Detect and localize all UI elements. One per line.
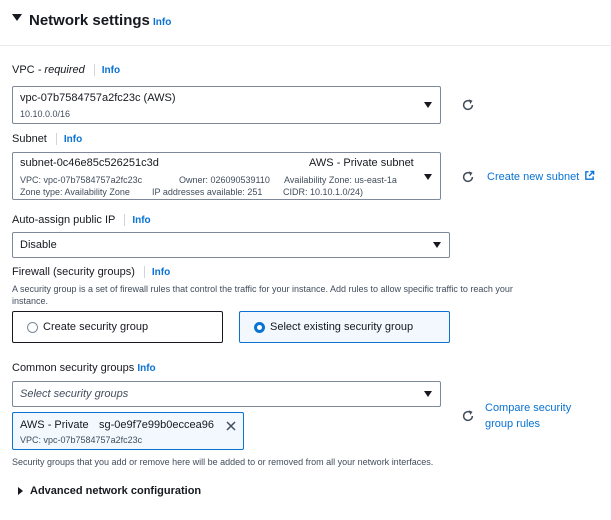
separator	[124, 214, 126, 227]
separator	[93, 64, 95, 77]
radio-create-security-group[interactable]: Create security group	[12, 311, 223, 343]
radio-select-existing-security-group[interactable]: Select existing security group	[239, 311, 450, 343]
public-ip-info-link[interactable]: Info	[132, 215, 150, 226]
refresh-icon[interactable]	[461, 170, 475, 184]
public-ip-label-text: Auto-assign public IP	[12, 214, 116, 226]
subnet-az: Availability Zone: us-east-1a	[284, 175, 397, 185]
section-title[interactable]: Network settings	[29, 12, 150, 29]
radio-select-existing-label: Select existing security group	[270, 321, 414, 333]
refresh-icon[interactable]	[461, 409, 475, 423]
subnet-owner: Owner: 026090539110	[179, 175, 270, 185]
close-icon[interactable]	[225, 420, 237, 432]
subnet-select[interactable]: subnet-0c46e85c526251c3d AWS - Private s…	[12, 152, 441, 200]
create-subnet-link[interactable]: Create new subnet	[487, 169, 595, 185]
chevron-down-icon	[424, 391, 432, 397]
firewall-description: A security group is a set of firewall ru…	[12, 283, 602, 307]
caret-right-icon[interactable]	[18, 487, 23, 495]
caret-down-icon[interactable]	[12, 14, 22, 21]
chevron-down-icon	[424, 174, 432, 180]
firewall-description-line1: A security group is a set of firewall ru…	[12, 284, 513, 294]
token-group-name: AWS - Private	[20, 419, 89, 431]
separator	[143, 266, 145, 279]
subnet-name: AWS - Private subnet	[309, 157, 414, 169]
public-ip-select[interactable]: Disable	[12, 232, 450, 258]
chevron-down-icon	[424, 102, 432, 108]
section-header: Network settings Info	[0, 0, 611, 46]
token-group-vpc: VPC: vpc-07b7584757a2fc23c	[20, 435, 143, 445]
common-groups-label-text: Common security groups	[12, 362, 135, 374]
compare-link-line1: Compare security	[485, 402, 572, 414]
chevron-down-icon	[433, 242, 441, 248]
token-group-id: sg-0e9f7e99b0eccea96	[99, 419, 214, 431]
radio-button-selected[interactable]	[254, 322, 265, 333]
public-ip-value: Disable	[20, 239, 57, 251]
vpc-required-text: - required	[37, 64, 85, 76]
vpc-label: VPC - required Info	[12, 64, 120, 77]
security-group-token: AWS - Private sg-0e9f7e99b0eccea96 VPC: …	[12, 412, 244, 450]
external-link-icon	[585, 170, 595, 180]
subnet-cidr: CIDR: 10.10.1.0/24)	[283, 187, 364, 197]
advanced-network-configuration-toggle[interactable]: Advanced network configuration	[30, 485, 201, 497]
vpc-cidr: 10.10.0.0/16	[20, 109, 71, 119]
vpc-info-link[interactable]: Info	[102, 65, 120, 76]
firewall-label-text: Firewall (security groups)	[12, 266, 135, 278]
create-subnet-label: Create new subnet	[487, 171, 580, 183]
security-groups-note: Security groups that you add or remove h…	[12, 457, 434, 467]
section-info-link[interactable]: Info	[153, 17, 171, 28]
subnet-info-link[interactable]: Info	[64, 134, 82, 145]
separator	[55, 133, 57, 146]
subnet-label: Subnet Info	[12, 133, 82, 146]
refresh-icon[interactable]	[461, 98, 475, 112]
compare-security-group-rules-link[interactable]: Compare security group rules	[485, 400, 571, 432]
subnet-id: subnet-0c46e85c526251c3d	[20, 157, 159, 169]
firewall-info-link[interactable]: Info	[152, 267, 170, 278]
security-groups-placeholder: Select security groups	[20, 388, 129, 400]
vpc-select[interactable]: vpc-07b7584757a2fc23c (AWS) 10.10.0.0/16	[12, 86, 441, 124]
firewall-description-line2: instance.	[12, 296, 49, 306]
vpc-label-text: VPC	[12, 64, 35, 76]
subnet-zone-type: Zone type: Availability Zone	[20, 187, 130, 197]
public-ip-label: Auto-assign public IP Info	[12, 214, 151, 227]
common-groups-label: Common security groups Info	[12, 362, 156, 374]
security-groups-select[interactable]: Select security groups	[12, 381, 441, 407]
subnet-vpc: VPC: vpc-07b7584757a2fc23c	[20, 175, 143, 185]
firewall-label: Firewall (security groups) Info	[12, 266, 170, 279]
subnet-label-text: Subnet	[12, 133, 47, 145]
subnet-ips: IP addresses available: 251	[152, 187, 263, 197]
radio-create-label: Create security group	[43, 321, 149, 333]
common-groups-info-link[interactable]: Info	[137, 363, 155, 374]
vpc-value: vpc-07b7584757a2fc23c (AWS)	[20, 92, 176, 104]
compare-link-line2: group rules	[485, 418, 541, 430]
radio-button[interactable]	[27, 322, 38, 333]
